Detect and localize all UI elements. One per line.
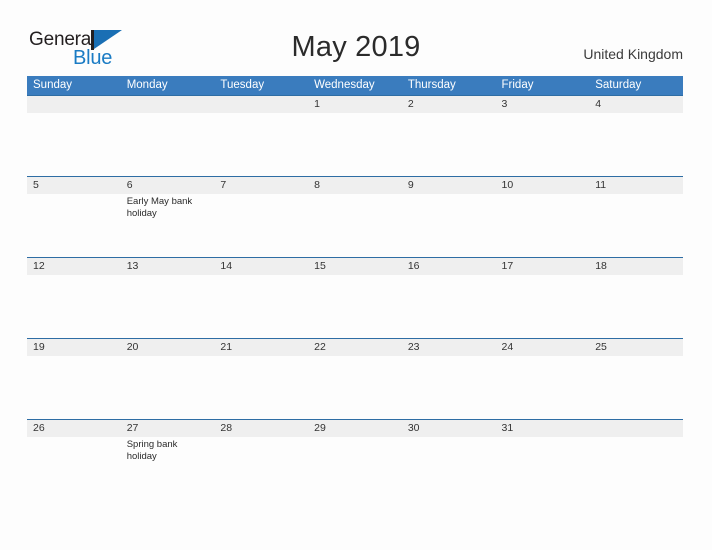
- day-cell[interactable]: [27, 194, 121, 256]
- day-number[interactable]: 6: [121, 177, 215, 194]
- day-number[interactable]: 17: [496, 258, 590, 275]
- day-cell[interactable]: [121, 113, 215, 175]
- day-cell[interactable]: [589, 437, 683, 499]
- day-number[interactable]: 31: [496, 420, 590, 437]
- day-cell[interactable]: [496, 356, 590, 418]
- week-event-area: Early May bank holiday: [27, 194, 683, 256]
- day-number[interactable]: 3: [496, 96, 590, 113]
- day-cell[interactable]: [402, 356, 496, 418]
- day-number[interactable]: 20: [121, 339, 215, 356]
- week-daynum-band: 5 6 7 8 9 10 11: [27, 176, 683, 194]
- day-cell[interactable]: [27, 275, 121, 337]
- day-number[interactable]: 29: [308, 420, 402, 437]
- day-cell[interactable]: [402, 437, 496, 499]
- day-number[interactable]: 10: [496, 177, 590, 194]
- day-number[interactable]: [121, 96, 215, 113]
- week-row: 26 27 28 29 30 31 Spring bank holiday: [27, 419, 683, 500]
- day-number[interactable]: 14: [214, 258, 308, 275]
- week-event-area: [27, 113, 683, 175]
- day-number[interactable]: 28: [214, 420, 308, 437]
- week-row: 19 20 21 22 23 24 25: [27, 338, 683, 419]
- day-number[interactable]: 7: [214, 177, 308, 194]
- day-cell[interactable]: [214, 356, 308, 418]
- day-cell[interactable]: [496, 275, 590, 337]
- weekday-header-wednesday: Wednesday: [314, 79, 375, 91]
- week-row: 5 6 7 8 9 10 11 Early May bank holiday: [27, 176, 683, 257]
- day-cell[interactable]: [589, 275, 683, 337]
- day-cell[interactable]: [27, 437, 121, 499]
- weekday-header-tuesday: Tuesday: [220, 79, 265, 91]
- day-cell[interactable]: [402, 113, 496, 175]
- day-number[interactable]: 1: [308, 96, 402, 113]
- day-cell[interactable]: [121, 356, 215, 418]
- week-daynum-band: 1 2 3 4: [27, 95, 683, 113]
- day-cell[interactable]: [308, 437, 402, 499]
- day-cell[interactable]: [402, 194, 496, 256]
- week-event-area: [27, 356, 683, 418]
- calendar-grid: Sunday Monday Tuesday Wednesday Thursday…: [27, 76, 683, 500]
- day-number[interactable]: [27, 96, 121, 113]
- day-number[interactable]: 24: [496, 339, 590, 356]
- day-number[interactable]: 4: [589, 96, 683, 113]
- day-number[interactable]: 18: [589, 258, 683, 275]
- day-cell[interactable]: [402, 275, 496, 337]
- week-row: 12 13 14 15 16 17 18: [27, 257, 683, 338]
- day-cell[interactable]: [308, 113, 402, 175]
- day-cell[interactable]: [589, 113, 683, 175]
- day-number[interactable]: 27: [121, 420, 215, 437]
- day-number[interactable]: 12: [27, 258, 121, 275]
- weekday-header-row: Sunday Monday Tuesday Wednesday Thursday…: [27, 76, 683, 95]
- day-cell[interactable]: [589, 356, 683, 418]
- page-header: General Blue May 2019 United Kingdom: [0, 0, 712, 76]
- weekday-header-friday: Friday: [501, 79, 534, 91]
- day-cell[interactable]: [496, 194, 590, 256]
- week-row: 1 2 3 4: [27, 95, 683, 176]
- day-number[interactable]: 23: [402, 339, 496, 356]
- day-number[interactable]: 13: [121, 258, 215, 275]
- day-number[interactable]: 11: [589, 177, 683, 194]
- day-cell[interactable]: [27, 113, 121, 175]
- weekday-header-sunday: Sunday: [33, 79, 73, 91]
- weekday-header-monday: Monday: [126, 79, 168, 91]
- day-cell[interactable]: Early May bank holiday: [121, 194, 215, 256]
- week-event-area: [27, 275, 683, 337]
- day-cell[interactable]: [27, 356, 121, 418]
- day-number[interactable]: 16: [402, 258, 496, 275]
- day-number[interactable]: 25: [589, 339, 683, 356]
- day-cell[interactable]: [214, 113, 308, 175]
- week-event-area: Spring bank holiday: [27, 437, 683, 499]
- day-cell[interactable]: [214, 437, 308, 499]
- day-number[interactable]: 26: [27, 420, 121, 437]
- day-cell[interactable]: [308, 356, 402, 418]
- day-cell[interactable]: [308, 275, 402, 337]
- locale-label: United Kingdom: [583, 46, 683, 62]
- day-number[interactable]: 21: [214, 339, 308, 356]
- week-daynum-band: 19 20 21 22 23 24 25: [27, 338, 683, 356]
- day-number[interactable]: 15: [308, 258, 402, 275]
- day-cell[interactable]: [589, 194, 683, 256]
- day-number[interactable]: 9: [402, 177, 496, 194]
- day-number[interactable]: 2: [402, 96, 496, 113]
- day-cell[interactable]: Spring bank holiday: [121, 437, 215, 499]
- day-cell[interactable]: [214, 194, 308, 256]
- day-number[interactable]: 22: [308, 339, 402, 356]
- day-number[interactable]: 8: [308, 177, 402, 194]
- day-number[interactable]: [589, 420, 683, 437]
- week-daynum-band: 26 27 28 29 30 31: [27, 419, 683, 437]
- day-cell[interactable]: [496, 437, 590, 499]
- day-event-label: Early May bank holiday: [126, 196, 193, 219]
- day-cell[interactable]: [308, 194, 402, 256]
- weekday-header-thursday: Thursday: [407, 79, 456, 91]
- day-cell[interactable]: [496, 113, 590, 175]
- day-number[interactable]: 30: [402, 420, 496, 437]
- day-number[interactable]: [214, 96, 308, 113]
- day-cell[interactable]: [214, 275, 308, 337]
- weekday-header-saturday: Saturday: [595, 79, 642, 91]
- day-event-label: Spring bank holiday: [126, 439, 178, 462]
- week-daynum-band: 12 13 14 15 16 17 18: [27, 257, 683, 275]
- day-number[interactable]: 19: [27, 339, 121, 356]
- day-cell[interactable]: [121, 275, 215, 337]
- day-number[interactable]: 5: [27, 177, 121, 194]
